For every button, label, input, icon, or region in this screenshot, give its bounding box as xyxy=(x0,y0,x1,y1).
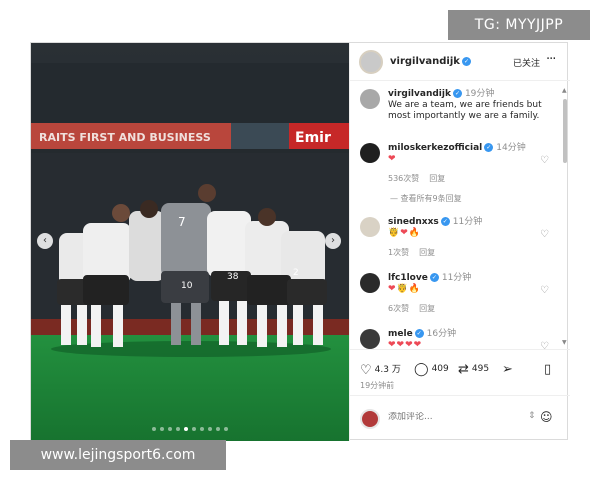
avatar[interactable] xyxy=(360,143,380,163)
carousel-dot[interactable] xyxy=(160,427,164,431)
view-replies-label[interactable]: 查看所有9条回复 xyxy=(401,194,462,203)
avatar[interactable] xyxy=(360,329,380,349)
carousel-dots xyxy=(31,427,349,431)
username-text[interactable]: virgilvandijk xyxy=(390,56,460,67)
chevron-left-icon[interactable]: ‹ xyxy=(37,233,53,249)
heart-outline-icon[interactable]: ♡ xyxy=(540,229,549,240)
comments-scrollbar[interactable]: ▲ ▼ xyxy=(562,87,568,349)
comment-body: ❤🤴🔥 xyxy=(388,284,421,294)
watermark-bottom: www.lejingsport6.com xyxy=(10,440,226,470)
avatar[interactable] xyxy=(360,217,380,237)
sort-icon[interactable]: ⇕ xyxy=(528,411,536,421)
following-button[interactable]: 已关注 xyxy=(513,56,540,69)
stadium-banner-text: RAITS FIRST AND BUSINESS xyxy=(39,131,211,144)
jersey-number: 10 xyxy=(181,281,193,291)
comment-composer: ⇕ ☺ xyxy=(350,395,570,441)
verified-icon: ✓ xyxy=(440,217,450,226)
avatar[interactable] xyxy=(360,409,380,429)
comment-likes[interactable]: 536次赞 xyxy=(388,174,419,183)
carousel-dot[interactable] xyxy=(208,427,212,431)
save-button[interactable]: ▯ xyxy=(544,362,554,377)
scroll-down-arrow-icon[interactable]: ▼ xyxy=(562,339,567,346)
post-header: virgilvandijk ✓ 已关注 ··· xyxy=(350,43,570,81)
carousel-dot[interactable] xyxy=(152,427,156,431)
carousel-dot[interactable] xyxy=(200,427,204,431)
avatar[interactable] xyxy=(360,273,380,293)
verified-icon: ✓ xyxy=(484,143,494,152)
jersey-number: 38 xyxy=(227,272,239,282)
emoji-icon[interactable]: ☺ xyxy=(540,410,553,424)
avatar[interactable] xyxy=(359,50,383,74)
caption-text: We are a team, we are friends but most i… xyxy=(388,100,542,121)
scroll-thumb[interactable] xyxy=(563,99,567,163)
verified-icon: ✓ xyxy=(452,89,462,98)
comment-username[interactable]: miloskerkezofficial xyxy=(388,143,482,153)
chevron-right-icon[interactable]: › xyxy=(325,233,341,249)
comment-likes[interactable]: 6次赞 xyxy=(388,304,409,313)
reply-button[interactable]: 回复 xyxy=(419,304,435,313)
jersey-number: 2 xyxy=(293,268,299,278)
heart-icon[interactable]: ♡ xyxy=(360,363,372,378)
likes-count: 4.3 万 xyxy=(374,365,401,375)
watermark-top: TG: MYYJJPP xyxy=(448,10,590,40)
comments-list[interactable]: virgilvandijk ✓ 19分钟 We are a team, we are… xyxy=(350,81,570,349)
team-huddle-image: RAITS FIRST AND BUSINESS Emir 7 10 38 2 xyxy=(31,43,349,441)
comment-body: ❤❤❤❤ xyxy=(388,340,423,349)
view-replies-button[interactable]: — 查看所有9条回复 xyxy=(390,193,462,204)
carousel-dot[interactable] xyxy=(184,427,188,431)
comment-time: 11分钟 xyxy=(452,217,483,227)
stadium-banner-brand: Emir xyxy=(295,130,331,146)
comment-body: 🤴❤🔥 xyxy=(388,228,421,238)
post-side-panel: virgilvandijk ✓ 已关注 ··· virgilvandijk ✓ 19分… xyxy=(349,43,570,441)
heart-outline-icon[interactable]: ♡ xyxy=(540,155,549,166)
caption-username[interactable]: virgilvandijk xyxy=(388,89,451,99)
verified-icon: ✓ xyxy=(414,329,424,338)
share-button[interactable]: ➢ xyxy=(502,362,516,377)
repost-icon[interactable]: ⇄ xyxy=(458,362,469,377)
comments-count: 409 xyxy=(431,364,449,374)
jersey-number: 7 xyxy=(178,215,186,229)
carousel-dot[interactable] xyxy=(192,427,196,431)
carousel-dot[interactable] xyxy=(176,427,180,431)
carousel-dot[interactable] xyxy=(216,427,220,431)
send-icon[interactable]: ➢ xyxy=(502,362,513,377)
comment-time: 16分钟 xyxy=(426,329,457,339)
heart-outline-icon[interactable]: ♡ xyxy=(540,341,549,349)
post-actions: ♡ 4.3 万 ◯ 409 ⇄ 495 ➢ ▯ 19分钟前 xyxy=(350,349,570,395)
heart-outline-icon[interactable]: ♡ xyxy=(540,285,549,296)
bookmark-icon[interactable]: ▯ xyxy=(544,362,551,377)
comment-body: ❤ xyxy=(388,154,397,164)
like-button[interactable]: ♡ 4.3 万 xyxy=(360,362,401,378)
comment-bubble-icon[interactable]: ◯ xyxy=(414,362,429,377)
avatar[interactable] xyxy=(360,89,380,109)
caption-time: 19分钟 xyxy=(464,89,495,99)
verified-icon: ✓ xyxy=(429,273,439,282)
verified-icon: ✓ xyxy=(461,57,471,66)
scroll-up-arrow-icon[interactable]: ▲ xyxy=(562,87,567,94)
reply-button[interactable]: 回复 xyxy=(419,248,435,257)
comment-likes[interactable]: 1次赞 xyxy=(388,248,409,257)
comment-username[interactable]: mele xyxy=(388,329,413,339)
post-time: 19分钟前 xyxy=(360,381,395,390)
comment-username[interactable]: lfc1love xyxy=(388,273,428,283)
reply-button[interactable]: 回复 xyxy=(429,174,445,183)
more-options-icon[interactable]: ··· xyxy=(546,52,556,67)
comment-input[interactable] xyxy=(388,412,508,422)
comment-time: 11分钟 xyxy=(441,273,472,283)
instagram-post: RAITS FIRST AND BUSINESS Emir 7 10 38 2 … xyxy=(30,42,570,441)
comment-button[interactable]: ◯ 409 xyxy=(414,362,449,377)
page: RAITS FIRST AND BUSINESS Emir 7 10 38 2 … xyxy=(0,0,600,480)
header-username[interactable]: virgilvandijk ✓ xyxy=(390,56,471,67)
reposts-count: 495 xyxy=(471,364,490,374)
comment-time: 14分钟 xyxy=(496,143,526,153)
repost-button[interactable]: ⇄ 495 xyxy=(458,362,489,377)
comment-username[interactable]: sinednxxs xyxy=(388,217,439,227)
carousel-dot[interactable] xyxy=(224,427,228,431)
post-photo[interactable]: RAITS FIRST AND BUSINESS Emir 7 10 38 2 … xyxy=(31,43,349,441)
carousel-dot[interactable] xyxy=(168,427,172,431)
